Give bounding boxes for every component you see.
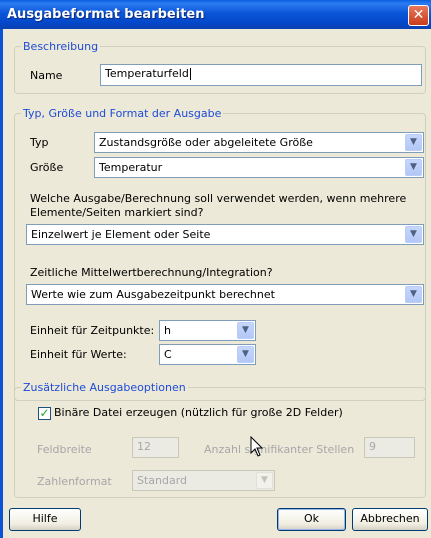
name-input-value: Temperaturfeld [105,67,189,80]
zeit-question: Zeitliche Mittelwertberechnung/Integrati… [30,266,273,279]
zahlenformat-value: Standard [137,474,188,487]
help-button[interactable]: Hilfe [9,508,81,531]
typ-label: Typ [30,136,49,149]
zeit-dropdown-value: Werte wie zum Ausgabezeitpunkt berechnet [31,288,275,301]
window-title: Ausgabeformat bearbeiten [7,7,205,22]
auswahl-question-line1: Welche Ausgabe/Berechnung soll verwendet… [30,192,407,205]
groesse-dropdown-value: Temperatur [99,161,163,174]
chevron-down-icon[interactable]: ▼ [405,134,422,151]
einheit-werte-dropdown[interactable]: C ▼ [159,344,256,365]
typ-dropdown[interactable]: Zustandsgröße oder abgeleitete Größe ▼ [94,132,424,153]
feldbreite-value: 12 [137,440,151,453]
binary-file-label[interactable]: Binäre Datei erzeugen (nützlich für groß… [54,406,343,419]
cancel-button[interactable]: Abbrechen [352,508,428,531]
checkmark-icon: ✓ [39,406,50,420]
stellen-value: 9 [369,440,376,453]
ok-button[interactable]: Ok [277,508,346,531]
title-bar[interactable]: Ausgabeformat bearbeiten ✕ [0,0,431,29]
einheit-werte-label: Einheit für Werte: [30,348,127,361]
einheit-zeit-value: h [164,324,171,337]
mouse-pointer-icon [250,436,264,457]
close-icon: ✕ [412,7,425,23]
stellen-label: Anzahl signifikanter Stellen [204,443,355,456]
chevron-down-icon[interactable]: ▼ [405,226,422,243]
chevron-down-icon[interactable]: ▼ [256,472,273,489]
text-caret [189,68,191,80]
beschreibung-legend: Beschreibung [23,40,99,53]
chevron-down-icon[interactable]: ▼ [405,286,422,303]
auswahl-question-line2: Elemente/Seiten markiert sind? [30,206,204,219]
chevron-down-icon[interactable]: ▼ [237,346,254,363]
auswahl-dropdown-value: Einzelwert je Element oder Seite [31,228,211,241]
groesse-dropdown[interactable]: Temperatur ▼ [94,157,424,178]
dialog-client-area: Beschreibung Name Temperaturfeld Typ, Gr… [3,29,431,538]
auswahl-dropdown[interactable]: Einzelwert je Element oder Seite ▼ [26,224,424,245]
einheit-zeit-dropdown[interactable]: h ▼ [159,320,256,341]
typ-groesse-format-legend: Typ, Größe und Format der Ausgabe [23,107,222,120]
chevron-down-icon[interactable]: ▼ [237,322,254,339]
zahlenformat-dropdown[interactable]: Standard ▼ [132,470,275,491]
binary-file-checkbox[interactable]: ✓ [38,407,51,420]
zahlenformat-label: Zahlenformat [37,475,112,488]
feldbreite-input[interactable]: 12 [132,437,179,458]
name-label: Name [30,69,63,82]
zeit-dropdown[interactable]: Werte wie zum Ausgabezeitpunkt berechnet… [26,284,424,305]
feldbreite-label: Feldbreite [37,443,92,456]
zusaetzliche-optionen-legend: Zusätzliche Ausgabeoptionen [23,381,186,394]
chevron-down-icon[interactable]: ▼ [405,159,422,176]
einheit-zeit-label: Einheit für Zeitpunkte: [30,324,155,337]
typ-dropdown-value: Zustandsgröße oder abgeleitete Größe [99,136,313,149]
groesse-label: Größe [30,161,64,174]
close-button[interactable]: ✕ [408,5,429,26]
name-input[interactable]: Temperaturfeld [100,64,422,86]
einheit-werte-value: C [164,348,172,361]
stellen-input[interactable]: 9 [364,437,415,458]
